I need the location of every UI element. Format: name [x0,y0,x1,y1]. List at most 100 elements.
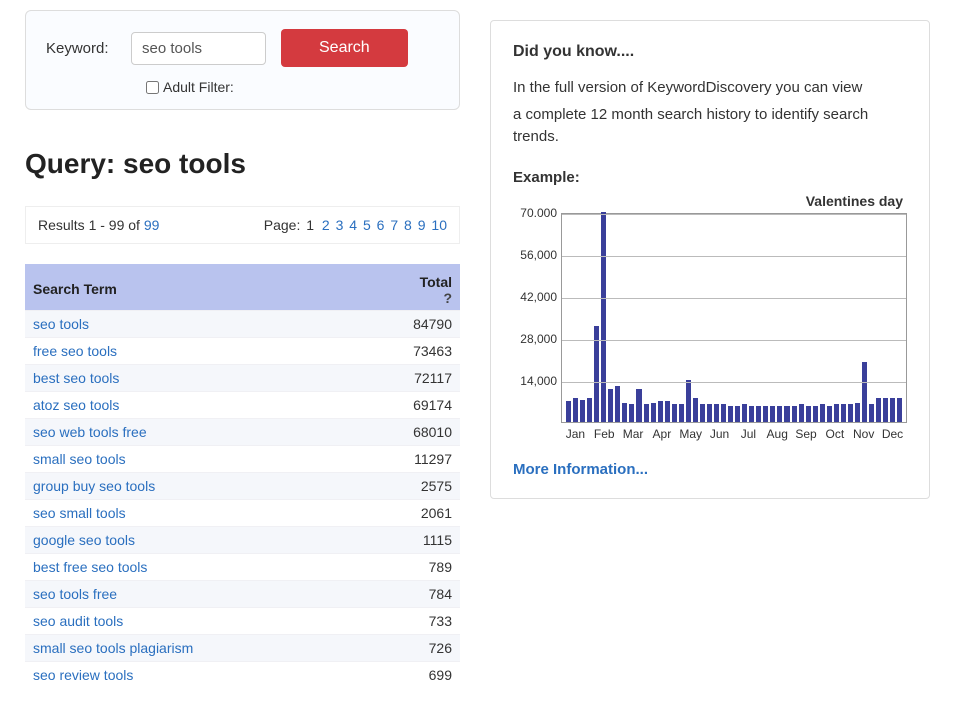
chart-bar [721,404,726,422]
page-link[interactable]: 6 [377,217,385,233]
chart-bar [714,404,719,422]
chart-bar [700,404,705,422]
table-row: seo tools84790 [25,311,460,338]
chart-bar [770,406,775,423]
table-row: atoz seo tools69174 [25,392,460,419]
chart-bar [636,389,641,422]
chart-bar [658,401,663,422]
chart-bar [601,212,606,422]
term-total: 2061 [357,500,460,527]
chart-bar [792,406,797,423]
table-row: seo small tools 2061 [25,500,460,527]
table-row: small seo tools 11297 [25,446,460,473]
term-total: 11297 [357,446,460,473]
keyword-label: Keyword: [46,40,116,57]
chart-bar [728,406,733,423]
chart-bar [679,404,684,422]
table-row: group buy seo tools 2575 [25,473,460,500]
term-link[interactable]: atoz seo tools [33,397,119,413]
chart-bar [813,406,818,423]
table-row: free seo tools 73463 [25,338,460,365]
x-tick-label: Aug [763,427,792,441]
page-link[interactable]: 9 [418,217,426,233]
page-link[interactable]: 5 [363,217,371,233]
term-link[interactable]: seo audit tools [33,613,123,629]
chart-bar [855,403,860,423]
chart-bar [869,404,874,422]
table-row: seo web tools free 68010 [25,419,460,446]
page-current: 1 [306,217,314,233]
chart-bar [651,403,656,423]
table-row: best seo tools 72117 [25,365,460,392]
results-total-link[interactable]: 99 [144,217,160,233]
term-total: 699 [357,662,460,689]
chart-bar [834,404,839,422]
y-tick-label: 14,000 [513,374,557,388]
table-row: small seo tools plagiarism726 [25,635,460,662]
chart-title: Valentines day [513,193,907,209]
term-total: 789 [357,554,460,581]
x-tick-label: Nov [849,427,878,441]
term-link[interactable]: free seo tools [33,343,117,359]
chart-bar [841,404,846,422]
page-link[interactable]: 7 [390,217,398,233]
term-link[interactable]: seo tools [33,316,89,332]
chart-bar [615,386,620,422]
search-button[interactable]: Search [281,29,408,67]
term-total: 73463 [357,338,460,365]
chart-bar [763,406,768,423]
x-tick-label: Jul [734,427,763,441]
chart-bar [644,404,649,422]
example-label: Example: [513,167,907,190]
keyword-input[interactable] [131,32,266,65]
y-tick-label: 28,000 [513,332,557,346]
term-link[interactable]: small seo tools [33,451,126,467]
y-tick-label: 56,000 [513,248,557,262]
term-total: 72117 [357,365,460,392]
x-tick-label: Mar [619,427,648,441]
term-link[interactable]: small seo tools plagiarism [33,640,193,656]
y-tick-label: 42,000 [513,290,557,304]
term-link[interactable]: seo web tools free [33,424,147,440]
page-link[interactable]: 2 [322,217,330,233]
chart-bar [848,404,853,422]
chart-bar [566,401,571,422]
chart-bar [665,401,670,422]
chart-bar [784,406,789,423]
col-search-term: Search Term [25,264,357,311]
help-icon[interactable]: ? [443,290,452,306]
chart-bar [799,404,804,422]
info-heading: Did you know.... [513,43,907,61]
chart-bar [742,404,747,422]
query-title: Query: seo tools [25,148,460,180]
table-row: seo tools free784 [25,581,460,608]
table-row: seo audit tools733 [25,608,460,635]
more-info-link[interactable]: More Information... [513,461,648,478]
page-link[interactable]: 8 [404,217,412,233]
chart-bar [827,406,832,423]
chart-bar [749,406,754,423]
term-total: 68010 [357,419,460,446]
term-link[interactable]: seo small tools [33,505,126,521]
adult-filter-checkbox[interactable] [146,81,159,94]
term-link[interactable]: google seo tools [33,532,135,548]
page-link[interactable]: 3 [336,217,344,233]
page-link[interactable]: 4 [349,217,357,233]
results-meta: Results 1 - 99 of 99 Page: 1 2 3 4 5 6 7… [25,206,460,244]
table-row: google seo tools1115 [25,527,460,554]
term-link[interactable]: best seo tools [33,370,119,386]
chart-bar [580,400,585,423]
x-tick-label: Jun [705,427,734,441]
info-line1: In the full version of KeywordDiscovery … [513,77,907,100]
term-link[interactable]: best free seo tools [33,559,147,575]
x-tick-label: Apr [647,427,676,441]
term-total: 2575 [357,473,460,500]
x-tick-label: Feb [590,427,619,441]
chart-bar [707,404,712,422]
page-link[interactable]: 10 [431,217,447,233]
term-link[interactable]: group buy seo tools [33,478,155,494]
trend-chart: 14,00028,00042,00056,00070.000 JanFebMar… [513,213,907,441]
chart-bar [876,398,881,422]
term-link[interactable]: seo review tools [33,667,133,683]
term-link[interactable]: seo tools free [33,586,117,602]
